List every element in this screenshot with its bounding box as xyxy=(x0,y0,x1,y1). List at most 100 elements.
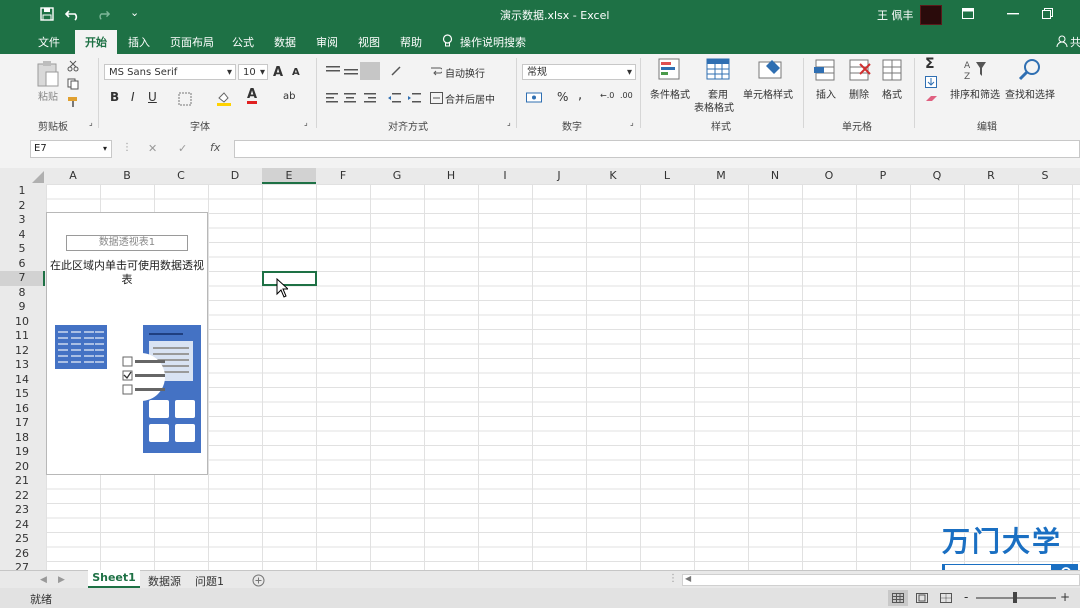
zoom-out-button[interactable]: - xyxy=(964,590,968,604)
orientation-icon[interactable] xyxy=(390,65,404,77)
number-launcher-icon[interactable]: ⌟ xyxy=(630,118,634,127)
row-header[interactable]: 19 xyxy=(0,445,44,460)
column-header[interactable]: J xyxy=(532,169,586,182)
row-header[interactable]: 6 xyxy=(0,257,44,272)
row-header[interactable]: 23 xyxy=(0,503,44,518)
page-break-view-icon[interactable] xyxy=(940,593,952,603)
page-layout-view-icon[interactable] xyxy=(916,593,928,603)
column-header[interactable]: M xyxy=(694,169,748,182)
horizontal-scrollbar[interactable]: ◀ xyxy=(682,574,1080,586)
format-painter-icon[interactable] xyxy=(67,96,79,108)
row-header[interactable]: 11 xyxy=(0,329,44,344)
scroll-tabs-left-icon[interactable]: ◀ xyxy=(40,575,47,585)
row-header[interactable]: 18 xyxy=(0,431,44,446)
align-middle-icon[interactable] xyxy=(344,66,358,76)
wrap-text-icon[interactable] xyxy=(430,66,442,78)
decrease-font-button[interactable]: A xyxy=(292,67,300,78)
tab-page-layout[interactable]: 页面布局 xyxy=(170,34,214,50)
sort-filter-button[interactable]: 排序和筛选 xyxy=(950,86,1000,101)
zoom-in-button[interactable]: + xyxy=(1060,590,1070,604)
sort-filter-icon[interactable]: AZ xyxy=(962,58,988,82)
conditional-formatting-icon[interactable] xyxy=(658,58,684,84)
tab-home[interactable]: 开始 xyxy=(75,30,117,54)
row-header[interactable]: 4 xyxy=(0,228,44,243)
align-top-icon[interactable] xyxy=(326,66,340,76)
clipboard-launcher-icon[interactable]: ⌟ xyxy=(89,118,93,127)
format-as-table-icon[interactable] xyxy=(706,58,732,84)
increase-font-button[interactable]: A xyxy=(273,65,283,80)
copy-icon[interactable] xyxy=(67,78,79,90)
row-header[interactable]: 3 xyxy=(0,213,44,228)
bold-button[interactable]: B xyxy=(110,90,119,104)
row-header[interactable]: 5 xyxy=(0,242,44,257)
wrap-text-button[interactable]: 自动换行 xyxy=(445,65,485,80)
row-header[interactable]: 13 xyxy=(0,358,44,373)
column-header[interactable]: H xyxy=(424,169,478,182)
currency-icon[interactable] xyxy=(526,91,542,104)
format-cells-button[interactable]: 格式 xyxy=(882,86,902,101)
pivot-table-placeholder[interactable]: 数据透视表1 在此区域内单击可使用数据透视表 xyxy=(46,212,208,475)
phonetic-button[interactable]: ab xyxy=(283,91,295,102)
alignment-launcher-icon[interactable]: ⌟ xyxy=(507,118,511,127)
percent-button[interactable]: % xyxy=(557,90,568,104)
font-launcher-icon[interactable]: ⌟ xyxy=(304,118,308,127)
align-left-icon[interactable] xyxy=(326,92,338,104)
merge-center-button[interactable]: 合并后居中 xyxy=(445,91,495,106)
zoom-slider-thumb[interactable] xyxy=(1013,592,1017,603)
column-header[interactable]: D xyxy=(208,169,262,182)
paste-icon[interactable] xyxy=(36,60,60,88)
tab-formulas[interactable]: 公式 xyxy=(232,34,254,50)
column-header[interactable]: P xyxy=(856,169,910,182)
column-header[interactable]: R xyxy=(964,169,1018,182)
normal-view-button[interactable] xyxy=(888,590,908,606)
ribbon-display-options-icon[interactable] xyxy=(962,8,974,19)
column-header[interactable]: K xyxy=(586,169,640,182)
delete-cells-icon[interactable] xyxy=(848,58,872,84)
user-name[interactable]: 王 佩丰 xyxy=(877,7,914,23)
paste-label[interactable]: 粘贴 xyxy=(38,88,58,103)
row-header[interactable]: 12 xyxy=(0,344,44,359)
tab-review[interactable]: 审阅 xyxy=(316,34,338,50)
column-header[interactable]: O xyxy=(802,169,856,182)
fill-color-icon[interactable] xyxy=(216,90,232,106)
underline-button[interactable]: U xyxy=(148,90,157,104)
italic-button[interactable]: I xyxy=(131,90,135,104)
zoom-slider[interactable] xyxy=(976,592,1056,603)
tell-me-search[interactable]: 操作说明搜索 xyxy=(460,34,526,50)
add-sheet-icon[interactable] xyxy=(252,574,265,587)
column-header[interactable]: N xyxy=(748,169,802,182)
sheet-tab-active[interactable]: Sheet1 xyxy=(88,570,140,588)
autosum-button[interactable]: Σ xyxy=(925,56,935,72)
tab-view[interactable]: 视图 xyxy=(358,34,380,50)
increase-indent-icon[interactable] xyxy=(408,92,421,104)
minimize-icon[interactable] xyxy=(1007,13,1019,15)
format-as-table-label-2[interactable]: 表格格式 xyxy=(694,99,734,114)
decrease-decimal-icon[interactable]: .00 xyxy=(620,91,633,100)
restore-icon[interactable] xyxy=(1042,8,1053,19)
conditional-formatting-button[interactable]: 条件格式 xyxy=(650,86,690,101)
avatar[interactable] xyxy=(920,5,942,25)
share-icon[interactable] xyxy=(1056,35,1068,47)
clear-icon[interactable] xyxy=(925,94,939,104)
increase-decimal-icon[interactable]: ←.0 xyxy=(600,91,614,100)
cut-icon[interactable] xyxy=(67,60,79,72)
align-center-icon[interactable] xyxy=(344,92,356,104)
redo-icon[interactable] xyxy=(96,7,110,21)
insert-function-button[interactable]: fx xyxy=(210,141,220,154)
select-all-icon[interactable] xyxy=(32,171,44,183)
sheet-tab[interactable]: 数据源 xyxy=(148,573,181,589)
find-select-button[interactable]: 查找和选择 xyxy=(1005,86,1055,101)
column-header[interactable]: A xyxy=(46,169,100,182)
decrease-indent-icon[interactable] xyxy=(388,92,401,104)
fill-icon[interactable] xyxy=(925,76,937,88)
column-header[interactable]: G xyxy=(370,169,424,182)
font-color-button[interactable]: A xyxy=(247,88,258,104)
enter-icon[interactable]: ✓ xyxy=(178,142,187,155)
column-header[interactable]: Q xyxy=(910,169,964,182)
tab-help[interactable]: 帮助 xyxy=(400,34,422,50)
merge-center-icon[interactable] xyxy=(430,92,443,104)
find-select-icon[interactable] xyxy=(1018,58,1042,82)
name-box[interactable]: E7 ▾ xyxy=(30,140,112,158)
scroll-tabs-right-icon[interactable]: ▶ xyxy=(58,575,65,585)
row-header[interactable]: 2 xyxy=(0,199,44,214)
